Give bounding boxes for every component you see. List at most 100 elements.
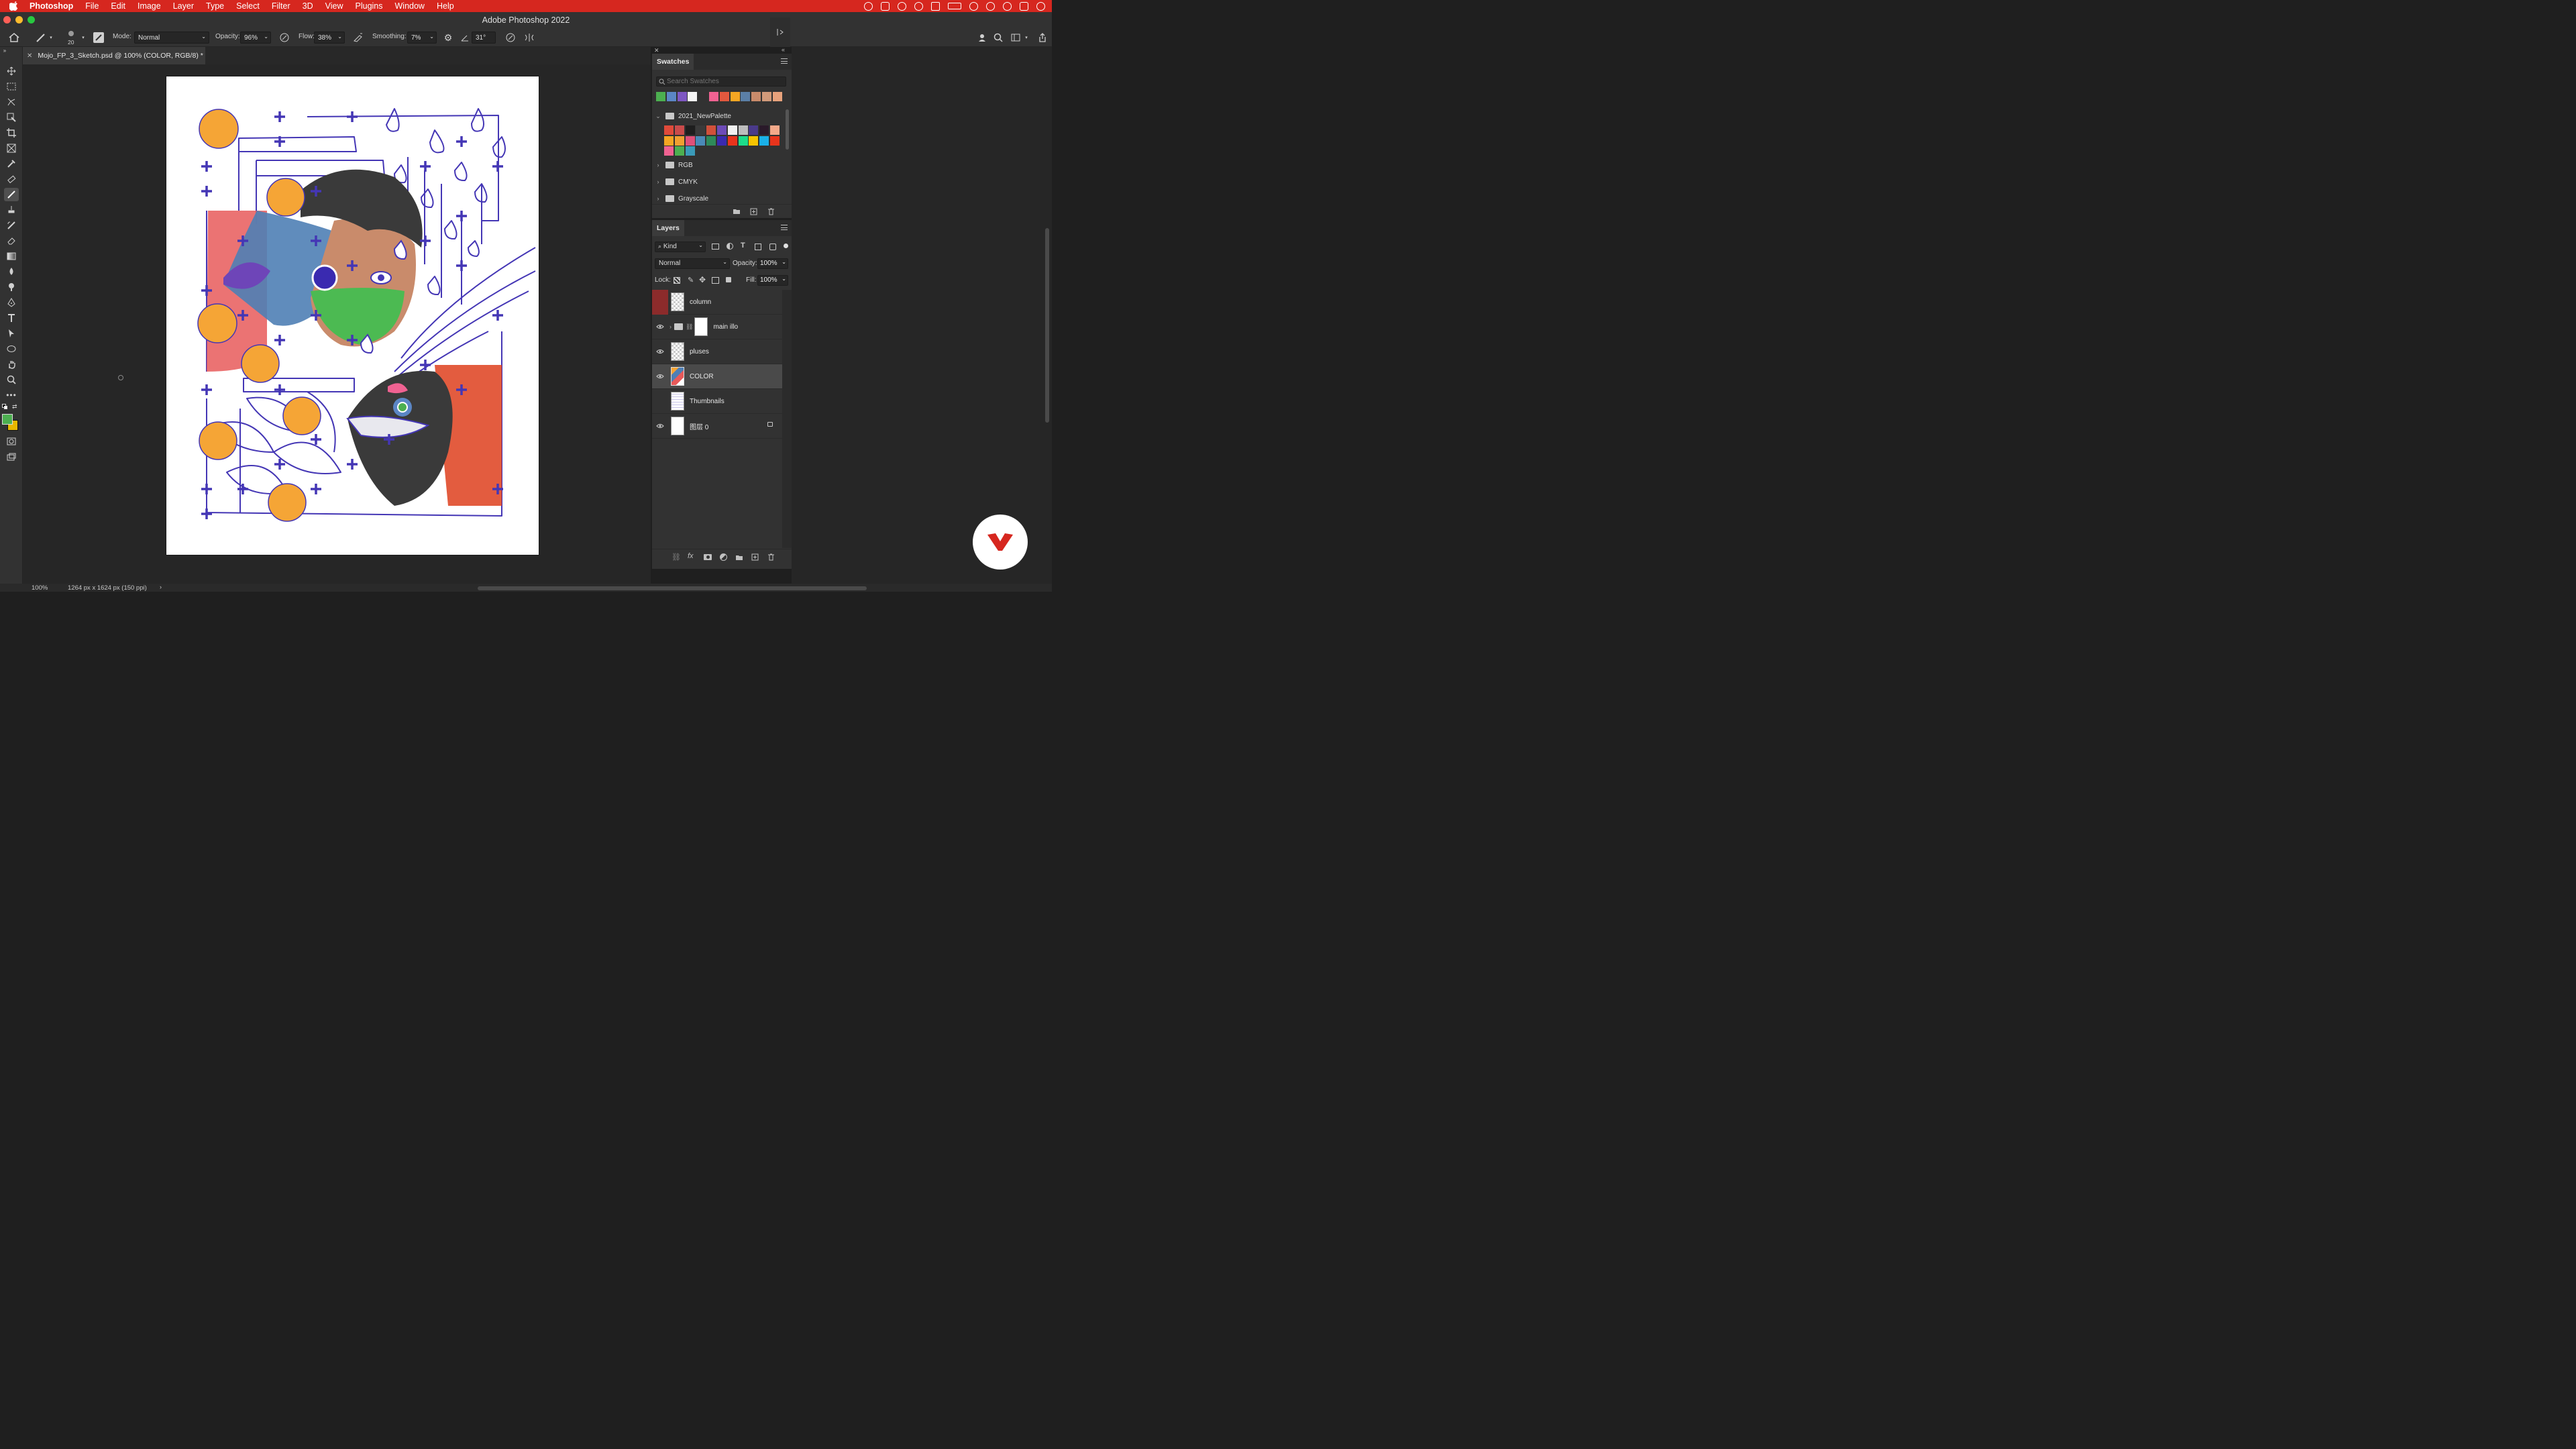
mask-link-icon[interactable]: ⛓ <box>686 323 693 331</box>
layer-row-column[interactable]: column <box>652 289 782 315</box>
document-info[interactable]: 1264 px x 1624 px (150 ppi) <box>68 584 147 592</box>
layer-style-fx-icon[interactable]: fx <box>688 552 694 560</box>
layer-visibility-off-icon[interactable] <box>652 289 668 315</box>
palette-swatch[interactable] <box>749 136 759 146</box>
recent-swatch[interactable] <box>688 92 698 101</box>
new-group-folder-icon[interactable] <box>735 554 743 561</box>
eye-icon[interactable] <box>652 374 668 379</box>
tab-layers[interactable]: Layers <box>652 220 684 236</box>
play-icon[interactable] <box>914 1 923 11</box>
panel-collapse-icon[interactable] <box>770 17 790 47</box>
chevron-down-icon[interactable]: ▾ <box>1024 35 1029 40</box>
minimize-window-button[interactable] <box>15 16 23 23</box>
layer-mask-thumbnail[interactable] <box>694 317 708 336</box>
lock-artboard-icon[interactable] <box>712 277 719 284</box>
recent-swatch[interactable] <box>762 92 771 101</box>
trash-icon[interactable] <box>767 553 775 561</box>
panel-collapse-double-icon[interactable]: « <box>782 46 785 53</box>
menu-help[interactable]: Help <box>437 1 454 11</box>
object-select-tool[interactable] <box>4 111 19 124</box>
frame-tool[interactable] <box>4 142 19 155</box>
airbrush-icon[interactable] <box>352 32 364 43</box>
palette-swatch[interactable] <box>727 125 737 135</box>
palette-swatch[interactable] <box>664 136 674 146</box>
lock-transparent-pixels-icon[interactable] <box>674 277 680 284</box>
filter-adjustment-icon[interactable] <box>727 243 733 250</box>
menu-image[interactable]: Image <box>138 1 161 11</box>
layer-row-thumbnails[interactable]: Thumbnails <box>652 389 782 414</box>
control-center-icon[interactable] <box>1020 1 1028 11</box>
search-icon[interactable] <box>993 32 1004 43</box>
chevron-down-icon[interactable]: ⌄ <box>655 113 661 120</box>
chevron-down-icon[interactable]: ▾ <box>80 35 86 40</box>
chevron-right-icon[interactable]: › <box>655 195 661 202</box>
palette-swatch[interactable] <box>759 136 769 146</box>
adjustment-layer-icon[interactable] <box>720 553 727 561</box>
eraser-tool[interactable] <box>4 234 19 248</box>
recent-swatch[interactable] <box>656 92 665 101</box>
palette-swatch[interactable] <box>674 136 684 146</box>
lasso-tool[interactable] <box>4 95 19 109</box>
angle-icon[interactable] <box>460 32 470 43</box>
document-tab[interactable]: ✕ Mojo_FP_3_Sketch.psd @ 100% (COLOR, RG… <box>23 47 205 64</box>
brush-tip-icon[interactable] <box>66 30 76 37</box>
palette-swatch[interactable] <box>664 125 674 135</box>
swatch-search-field[interactable] <box>656 76 786 87</box>
brush-tool[interactable] <box>4 188 19 201</box>
default-colors-icon[interactable] <box>2 404 8 409</box>
palette-swatch[interactable] <box>696 125 706 135</box>
menu-3d[interactable]: 3D <box>303 1 313 11</box>
recent-swatch[interactable] <box>730 92 740 101</box>
panel-expand-icon[interactable]: » <box>1 47 8 54</box>
gear-icon[interactable]: ⚙ <box>443 32 453 43</box>
gradient-tool[interactable] <box>4 250 19 263</box>
app-menu[interactable]: Photoshop <box>30 1 73 11</box>
pressure-opacity-icon[interactable] <box>278 32 290 43</box>
layers-scrollbar-track[interactable] <box>782 290 792 548</box>
layer-row-background[interactable]: 图层 0 <box>652 414 782 439</box>
healing-tool[interactable] <box>4 172 19 186</box>
blend-mode-select[interactable]: Normal ⌄ <box>655 258 730 269</box>
menu-window[interactable]: Window <box>395 1 425 11</box>
filter-toggle-icon[interactable] <box>784 244 788 248</box>
lock-position-icon[interactable]: ✥ <box>699 275 706 284</box>
chevron-right-icon[interactable]: › <box>160 584 162 590</box>
palette-swatch[interactable] <box>759 125 769 135</box>
palette-swatch[interactable] <box>770 125 780 135</box>
swatch-group-cmyk[interactable]: › CMYK <box>652 174 783 190</box>
foreground-color-swatch[interactable] <box>2 414 13 425</box>
layer-row-color[interactable]: COLOR <box>652 364 782 389</box>
pen-tool[interactable] <box>4 296 19 309</box>
eye-icon[interactable] <box>652 349 668 354</box>
recent-swatch[interactable] <box>677 92 687 101</box>
palette-swatch[interactable] <box>749 125 759 135</box>
tab-swatches[interactable]: Swatches <box>652 54 694 70</box>
workspace-vertical-scrollbar[interactable] <box>1045 228 1049 423</box>
eye-icon[interactable] <box>652 324 668 329</box>
search-icon[interactable] <box>1003 1 1012 11</box>
palette-swatch[interactable] <box>738 136 748 146</box>
menu-type[interactable]: Type <box>206 1 224 11</box>
adobe-cc-icon[interactable] <box>881 1 890 11</box>
layer-opacity-input[interactable]: 100% ⌄ <box>757 258 788 269</box>
menu-plugins[interactable]: Plugins <box>356 1 383 11</box>
battery-icon[interactable] <box>948 3 961 9</box>
swatch-group-rgb[interactable]: › RGB <box>652 157 783 173</box>
screen-mode-button[interactable] <box>4 450 19 464</box>
pressure-size-icon[interactable] <box>504 32 517 43</box>
recent-swatch[interactable] <box>709 92 718 101</box>
close-window-button[interactable] <box>3 16 11 23</box>
wifi-icon[interactable] <box>969 1 978 11</box>
palette-swatch[interactable] <box>674 125 684 135</box>
zoom-tool[interactable] <box>4 373 19 386</box>
palette-swatch[interactable] <box>696 136 706 146</box>
zoom-level[interactable]: 100% <box>32 584 48 592</box>
swatch-group-2021-newpalette[interactable]: ⌄ 2021_NewPalette <box>652 108 783 124</box>
brush-preset-icon[interactable] <box>34 32 48 43</box>
menu-file[interactable]: File <box>85 1 99 11</box>
lock-image-pixels-icon[interactable]: ✎ <box>688 276 694 284</box>
workspace-icon[interactable] <box>1010 32 1022 43</box>
palette-swatch[interactable] <box>770 136 780 146</box>
stamp-tool[interactable] <box>4 203 19 217</box>
horizontal-scrollbar[interactable] <box>478 586 867 590</box>
